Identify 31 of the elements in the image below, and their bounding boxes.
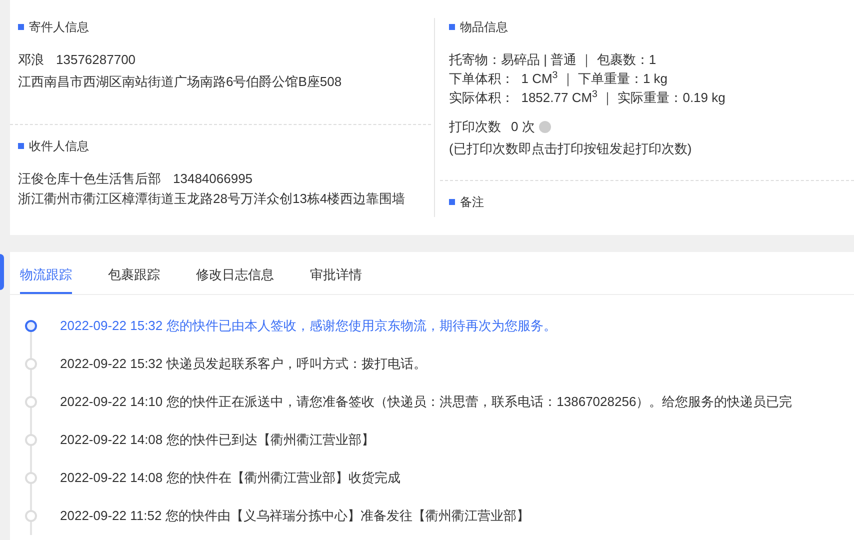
sender-address: 江西南昌市西湖区南站街道广场南路6号伯爵公馆B座508 (18, 72, 343, 90)
section-marker-icon (449, 199, 455, 205)
section-marker-icon (18, 24, 24, 30)
timeline-entry: 2022-09-22 15:32 快递员发起联系客户，呼叫方式：拨打电话。 (60, 355, 427, 374)
timeline-entry: 2022-09-22 15:32 您的快件已由本人签收，感谢您使用京东物流，期待再次为您服务。 (60, 317, 557, 336)
side-handle[interactable] (0, 254, 4, 290)
print-count-note: (已打印次数即点击打印按钮发起打印次数) (449, 140, 693, 158)
section-title: 收件人信息 (29, 138, 89, 155)
tab[interactable]: 包裹跟踪 (108, 251, 160, 294)
item-detail-line: 实际体积： 1852.77 CM$^{3}$ ｜ 实际重量：0.19 kg (449, 88, 726, 107)
print-count-value: 0 次 (511, 118, 535, 136)
section-title: 物品信息 (460, 19, 508, 36)
timeline-entry: 2022-09-22 14:10 您的快件正在派送中，请您准备签收（快递员：洪思蕾，联系电话：13867028256）。给您服务的快递员已完 (60, 393, 792, 412)
section-marker-icon (449, 24, 455, 30)
sender-phone: 13576287700 (56, 51, 136, 69)
tab[interactable]: 物流跟踪 (20, 251, 72, 294)
timeline-entry: 2022-09-22 14:08 您的快件在【衢州衢江营业部】收货完成 (60, 469, 401, 488)
section-title: 寄件人信息 (29, 19, 89, 36)
tab[interactable]: 修改日志信息 (196, 251, 274, 294)
section-title: 备注 (460, 194, 484, 211)
timeline-entry: 2022-09-22 14:08 您的快件已到达【衢州衢江营业部】 (60, 431, 375, 450)
sender-name: 邓浪 (18, 51, 44, 69)
receiver-address: 浙江衢州市衢江区樟潭街道玉龙路28号万洋众创13栋4楼西边靠围墙 (18, 190, 406, 206)
tab[interactable]: 审批详情 (310, 251, 362, 294)
receiver-name: 汪俊仓库十色生活售后部 (18, 170, 161, 188)
timeline-entry: 2022-09-22 11:52 您的快件由【义乌祥瑞分拣中心】准备发往【衢州衢江营业部】 (60, 507, 530, 526)
section-marker-icon (18, 143, 24, 149)
item-detail-line: 托寄物：易碎品 | 普通 ｜ 包裹数：1 (449, 51, 658, 69)
item-detail-line: 下单体积： 1 CM$^{3}$ ｜ 下单重量：1 kg (449, 69, 669, 88)
print-count-label: 打印次数 (449, 118, 501, 136)
receiver-phone: 13484066995 (173, 170, 253, 188)
